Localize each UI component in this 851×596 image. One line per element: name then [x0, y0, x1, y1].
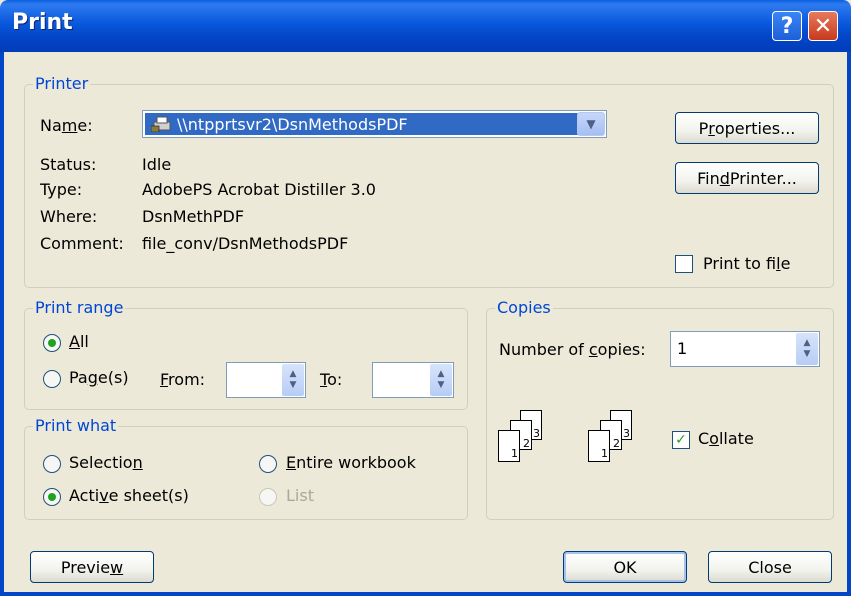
print-to-file-checkbox[interactable] [675, 255, 693, 273]
close-window-button[interactable]: ✕ [808, 11, 838, 41]
all-label[interactable]: All [69, 332, 89, 351]
comment-label: Comment: [40, 234, 124, 253]
print-to-file-label[interactable]: Print to file [703, 254, 790, 273]
collate-pages-icon: 3 2 1 [498, 410, 548, 470]
collate-label[interactable]: Collate [698, 429, 754, 448]
properties-button[interactable]: Pr operties... [675, 112, 819, 144]
pages-radio[interactable] [43, 370, 61, 388]
active-sheets-radio[interactable] [43, 488, 61, 506]
print-what-group: Print what [24, 416, 468, 520]
page-1-sheet: 1 [498, 430, 520, 462]
from-spinner-arrows[interactable]: ▲ ▼ [282, 364, 304, 396]
type-value: AdobePS Acrobat Distiller 3.0 [142, 180, 376, 199]
close-button[interactable]: Close [708, 551, 832, 583]
type-label: Type: [40, 180, 83, 199]
number-of-copies-label: Number of copies: [499, 340, 646, 359]
printer-name-dropdown[interactable]: \\ntpprtsvr2\DsnMethodsPDF ▼ [142, 110, 607, 138]
printer-name-selected: \\ntpprtsvr2\DsnMethodsPDF [145, 113, 578, 135]
comment-value: file_conv/DsnMethodsPDF [142, 234, 349, 253]
printer-icon [150, 116, 173, 133]
selection-radio[interactable] [43, 455, 61, 473]
up-arrow-icon: ▲ [289, 369, 297, 379]
down-arrow-icon: ▼ [803, 349, 811, 359]
down-arrow-icon: ▼ [437, 380, 445, 390]
page-2-number: 2 [613, 437, 620, 450]
page-1-sheet: 1 [588, 430, 610, 462]
to-label: To: [320, 370, 343, 389]
all-radio[interactable] [43, 334, 61, 352]
copies-value: 1 [677, 339, 688, 358]
selection-label[interactable]: Selection [69, 453, 143, 472]
to-spinner-arrows[interactable]: ▲ ▼ [430, 364, 452, 396]
from-label: From: [160, 370, 206, 389]
chevron-down-icon: ▼ [586, 117, 596, 131]
list-radio [259, 488, 277, 506]
status-label: Status: [40, 155, 97, 174]
where-label: Where: [40, 207, 98, 226]
copies-legend: Copies [495, 298, 553, 317]
page-2-number: 2 [523, 437, 530, 450]
dropdown-arrow[interactable]: ▼ [577, 112, 605, 136]
help-icon: ? [780, 13, 794, 39]
preview-button[interactable]: Previe w [30, 551, 154, 583]
help-button[interactable]: ? [772, 11, 802, 41]
to-spinner[interactable]: ▲ ▼ [372, 362, 454, 398]
status-value: Idle [142, 155, 172, 174]
from-spinner[interactable]: ▲ ▼ [226, 362, 306, 398]
ok-button[interactable]: OK [563, 551, 687, 583]
title-bar[interactable]: Print ? ✕ [0, 0, 851, 52]
print-what-legend: Print what [33, 416, 119, 435]
checkmark-icon: ✓ [675, 432, 687, 448]
page-3-number: 3 [533, 427, 540, 440]
copies-spinner[interactable]: 1 ▲ ▼ [670, 331, 820, 367]
pages-label[interactable]: Page(s) [69, 368, 129, 387]
down-arrow-icon: ▼ [289, 380, 297, 390]
page-1-number: 1 [511, 447, 518, 460]
collate-checkbox[interactable]: ✓ [672, 431, 690, 449]
up-arrow-icon: ▲ [803, 338, 811, 348]
collate-pages-icon: 3 2 1 [588, 410, 638, 470]
entire-workbook-label[interactable]: Entire workbook [286, 453, 416, 472]
print-range-legend: Print range [33, 298, 126, 317]
print-dialog: Print ? ✕ Printer Name: \\ntpprtsvr2\Dsn… [0, 0, 851, 596]
name-label: Name: [40, 116, 93, 135]
page-1-number: 1 [601, 447, 608, 460]
copies-spinner-arrows[interactable]: ▲ ▼ [796, 333, 818, 365]
printer-name-value: \\ntpprtsvr2\DsnMethodsPDF [177, 114, 408, 134]
page-3-number: 3 [623, 427, 630, 440]
entire-workbook-radio[interactable] [259, 455, 277, 473]
window-title: Print [12, 10, 73, 35]
active-sheets-label[interactable]: Active sheet(s) [69, 486, 189, 505]
find-printer-button[interactable]: Fin d Printer... [675, 162, 819, 194]
list-label: List [286, 486, 314, 505]
up-arrow-icon: ▲ [437, 369, 445, 379]
where-value: DsnMethPDF [142, 207, 245, 226]
printer-legend: Printer [33, 74, 91, 93]
close-icon: ✕ [813, 13, 833, 39]
